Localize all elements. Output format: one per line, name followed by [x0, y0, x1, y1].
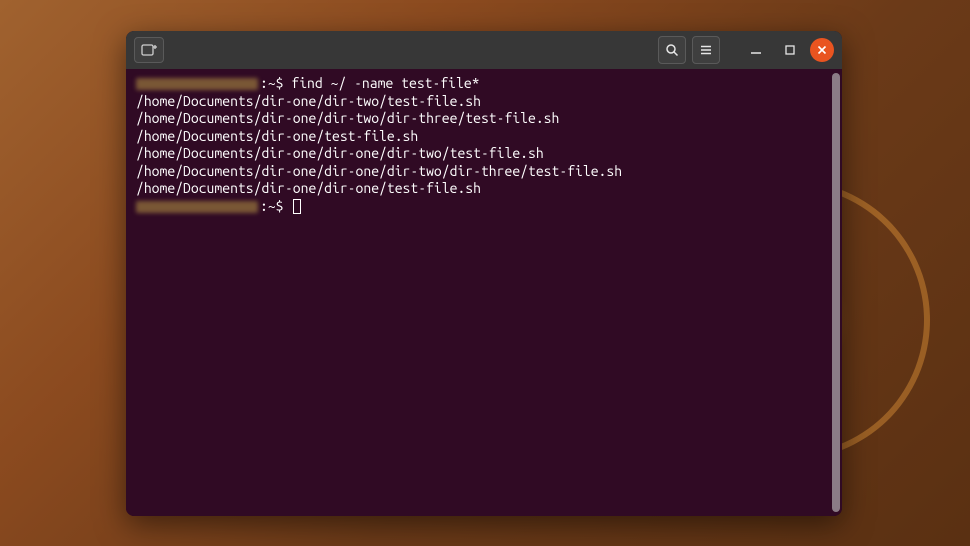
prompt-line: :~$ find ~/ -name test-file*	[136, 75, 832, 93]
output-line: /home/Documents/dir-one/dir-two/test-fil…	[136, 93, 832, 111]
output-line: /home/Documents/dir-one/dir-one/dir-two/…	[136, 163, 832, 181]
hamburger-menu-icon	[699, 43, 713, 57]
output-line: /home/Documents/dir-one/dir-two/dir-thre…	[136, 110, 832, 128]
maximize-icon	[784, 44, 796, 56]
window-titlebar[interactable]	[126, 31, 842, 69]
output-line: /home/Documents/dir-one/dir-one/test-fil…	[136, 180, 832, 198]
titlebar-left-controls	[134, 37, 164, 63]
prompt-separator: :~$	[260, 75, 291, 91]
minimize-button[interactable]	[742, 36, 770, 64]
new-terminal-tab-icon	[141, 43, 157, 57]
close-icon	[817, 45, 827, 55]
maximize-button[interactable]	[776, 36, 804, 64]
new-tab-button[interactable]	[134, 37, 164, 63]
cursor	[293, 199, 301, 214]
command-text: find ~/ -name test-file*	[291, 75, 479, 91]
redacted-user-host	[136, 78, 258, 90]
prompt-separator: :~$	[260, 198, 291, 214]
output-line: /home/Documents/dir-one/test-file.sh	[136, 128, 832, 146]
terminal-window: :~$ find ~/ -name test-file* /home/Docum…	[126, 31, 842, 516]
redacted-user-host	[136, 201, 258, 213]
minimize-icon	[750, 44, 762, 56]
terminal-scrollbar[interactable]	[832, 73, 840, 512]
output-line: /home/Documents/dir-one/dir-one/dir-two/…	[136, 145, 832, 163]
menu-button[interactable]	[692, 36, 720, 64]
terminal-body[interactable]: :~$ find ~/ -name test-file* /home/Docum…	[126, 69, 842, 516]
search-button[interactable]	[658, 36, 686, 64]
close-button[interactable]	[810, 38, 834, 62]
prompt-line: :~$	[136, 198, 832, 216]
search-icon	[665, 43, 679, 57]
titlebar-right-controls	[658, 36, 834, 64]
